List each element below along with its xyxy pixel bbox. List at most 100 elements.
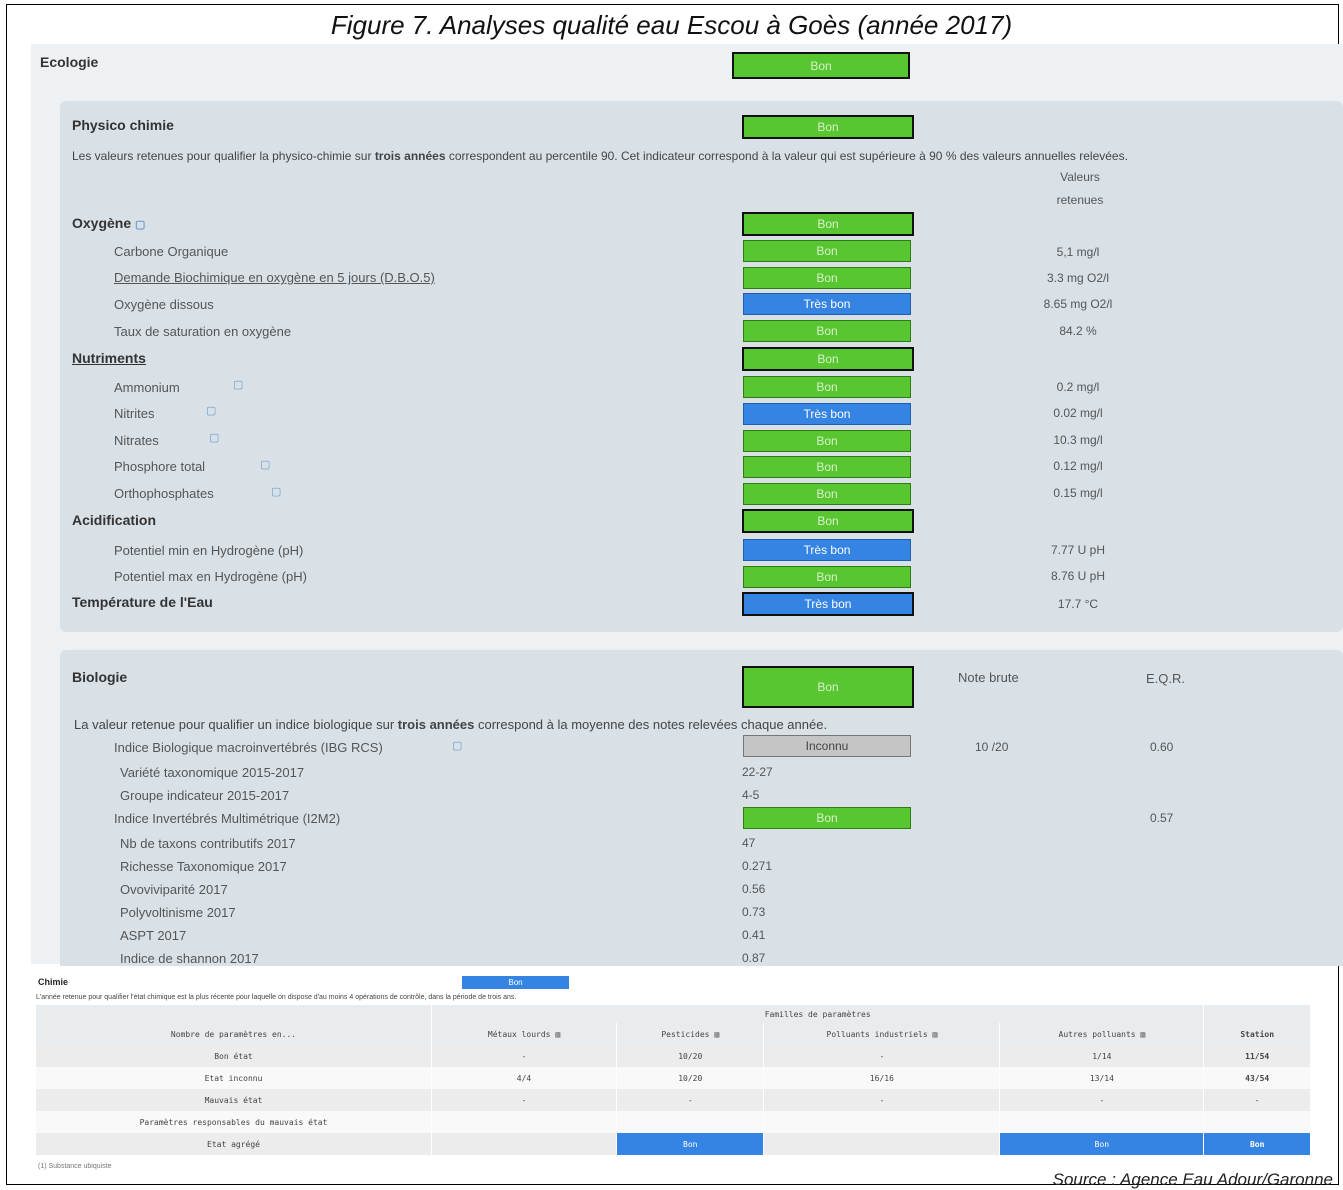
pdf-doc-icon[interactable]: ▢	[452, 739, 462, 752]
physico-status-badge: Bon	[742, 115, 914, 139]
table-cell: 10/20	[616, 1067, 765, 1089]
param-label: Potentiel min en Hydrogène (pH)	[114, 543, 304, 558]
pdf-doc-icon[interactable]: ▢	[209, 431, 219, 444]
table-cell: -	[431, 1045, 618, 1067]
sub-metric-value: 0.73	[742, 905, 766, 919]
param-status-badge: Bon	[743, 483, 911, 505]
sub-metric-label: Richesse Taxonomique 2017	[120, 859, 287, 874]
chimie-label: Chimie	[38, 977, 69, 987]
param-label: Oxygène dissous	[114, 297, 214, 312]
param-label: Phosphore total	[114, 459, 206, 474]
figure-title: Figure 7. Analyses qualité eau Escou à G…	[330, 10, 1013, 40]
chimie-note: L'année retenue pour qualifier l'état ch…	[36, 994, 517, 1001]
physico-note: Les valeurs retenues pour qualifier la p…	[72, 149, 1128, 163]
table-cell: 11/54	[1203, 1045, 1311, 1067]
table-cell: Bon état	[36, 1045, 432, 1067]
sub-metric-label: Ovoviviparité 2017	[120, 882, 228, 897]
param-label: Orthophosphates	[114, 486, 214, 501]
param-status-badge: Très bon	[743, 539, 911, 561]
status-cell: Bon	[999, 1133, 1205, 1155]
table-cell: 13/14	[999, 1067, 1205, 1089]
col-eqr: E.Q.R.	[1146, 671, 1186, 686]
param-value: 10.3 mg/l	[1053, 433, 1103, 447]
oxygene-status-badge: Bon	[742, 212, 914, 236]
param-label: Ammonium	[114, 380, 180, 395]
table-cell: -	[763, 1045, 1001, 1067]
column-header[interactable]: Polluants industriels ▥	[763, 1023, 1001, 1045]
param-value: 0.2 mg/l	[1056, 380, 1100, 394]
pdf-doc-icon[interactable]: ▢	[260, 458, 270, 471]
sub-metric-value: 0.41	[742, 928, 766, 942]
param-status-badge: Bon	[743, 320, 911, 342]
table-cell: 43/54	[1203, 1067, 1311, 1089]
sub-metric-value: 0.87	[742, 951, 766, 965]
table-cell: -	[616, 1089, 765, 1111]
col-note-brute: Note brute	[958, 670, 1019, 685]
ibg-label: Indice Biologique macroinvertébrés (IBG …	[114, 740, 383, 755]
oxygene-heading: Oxygène ▢	[72, 215, 146, 231]
table-row: Mauvais état - - - - -	[36, 1089, 1311, 1111]
pdf-doc-icon[interactable]: ▢	[206, 404, 216, 417]
physico-title: Physico chimie	[72, 117, 174, 133]
table-cell: -	[999, 1089, 1205, 1111]
chimie-table: Familles de paramètres Nombre de paramèt…	[36, 1005, 1311, 1155]
status-cell: Bon	[1203, 1133, 1311, 1155]
param-label: Nitrates	[114, 433, 159, 448]
status-cell: Bon	[616, 1133, 765, 1155]
table-row: Etat inconnu 4/4 10/20 16/16 13/14 43/54	[36, 1067, 1311, 1089]
table-row: Etat agrégé Bon Bon Bon	[36, 1133, 1311, 1155]
bar-chart-icon[interactable]: ▥	[714, 1030, 719, 1039]
sub-metric-label: Indice de shannon 2017	[120, 951, 259, 966]
table-cell	[763, 1111, 1001, 1133]
pdf-doc-icon[interactable]: ▢	[271, 485, 281, 498]
sub-metric-value: 4-5	[742, 788, 760, 802]
param-value: 0.02 mg/l	[1053, 406, 1103, 420]
sub-metric-label: Groupe indicateur 2015-2017	[120, 788, 290, 803]
temperature-status-badge: Très bon	[742, 592, 914, 616]
acidification-heading: Acidification	[72, 512, 157, 528]
pdf-doc-icon[interactable]: ▢	[135, 219, 145, 231]
table-cell: Etat inconnu	[36, 1067, 432, 1089]
sub-metric-value: 47	[742, 836, 756, 850]
table-row: Bon état - 10/20 - 1/14 11/54	[36, 1045, 1311, 1067]
values-header-2: retenues	[1056, 193, 1104, 207]
i2m2-label: Indice Invertébrés Multimétrique (I2M2)	[114, 811, 341, 826]
sub-metric-label: ASPT 2017	[120, 928, 187, 943]
param-label-link[interactable]: Demande Biochimique en oxygène en 5 jour…	[114, 270, 435, 285]
table-cell	[1203, 1111, 1311, 1133]
bar-chart-icon[interactable]: ▥	[555, 1030, 560, 1039]
families-header: Familles de paramètres	[431, 1005, 1205, 1023]
table-cell	[763, 1133, 1001, 1155]
column-header[interactable]: Pesticides ▥	[616, 1023, 765, 1045]
ecologie-status-badge: Bon	[732, 52, 910, 79]
param-status-badge: Bon	[743, 240, 911, 262]
table-cell: Mauvais état	[36, 1089, 432, 1111]
column-header[interactable]: Autres polluants ▥	[999, 1023, 1205, 1045]
ibg-note: 10 /20	[975, 740, 1009, 754]
biologie-title: Biologie	[72, 669, 128, 685]
temperature-heading: Température de l'Eau	[72, 594, 213, 610]
biologie-note: La valeur retenue pour qualifier un indi…	[74, 717, 828, 732]
column-header[interactable]: Métaux lourds ▥	[431, 1023, 618, 1045]
table-cell: Etat agrégé	[36, 1133, 432, 1155]
column-header: Nombre de paramètres en...	[36, 1023, 432, 1045]
i2m2-eqr: 0.57	[1150, 811, 1174, 825]
sub-metric-label: Polyvoltinisme 2017	[120, 905, 236, 920]
param-value: 0.12 mg/l	[1053, 459, 1103, 473]
pdf-doc-icon[interactable]: ▢	[233, 378, 243, 391]
table-cell: -	[1203, 1089, 1311, 1111]
table-cell: Paramètres responsables du mauvais état	[36, 1111, 432, 1133]
param-value: 3.3 mg O2/l	[1046, 271, 1110, 285]
bar-chart-icon[interactable]: ▥	[1140, 1030, 1145, 1039]
biologie-status-badge: Bon	[742, 666, 914, 708]
param-value: 5,1 mg/l	[1056, 245, 1100, 259]
param-status-badge: Bon	[743, 430, 911, 452]
param-value: 84.2 %	[1059, 324, 1097, 338]
sub-metric-label: Nb de taxons contributifs 2017	[120, 836, 296, 851]
bar-chart-icon[interactable]: ▥	[932, 1030, 937, 1039]
param-label: Nitrites	[114, 406, 155, 421]
ibg-status-badge: Inconnu	[743, 735, 911, 757]
chimie-status-badge: Bon	[462, 976, 569, 989]
ecologie-label: Ecologie	[40, 54, 99, 70]
nutriments-heading-link[interactable]: Nutriments	[72, 350, 146, 366]
